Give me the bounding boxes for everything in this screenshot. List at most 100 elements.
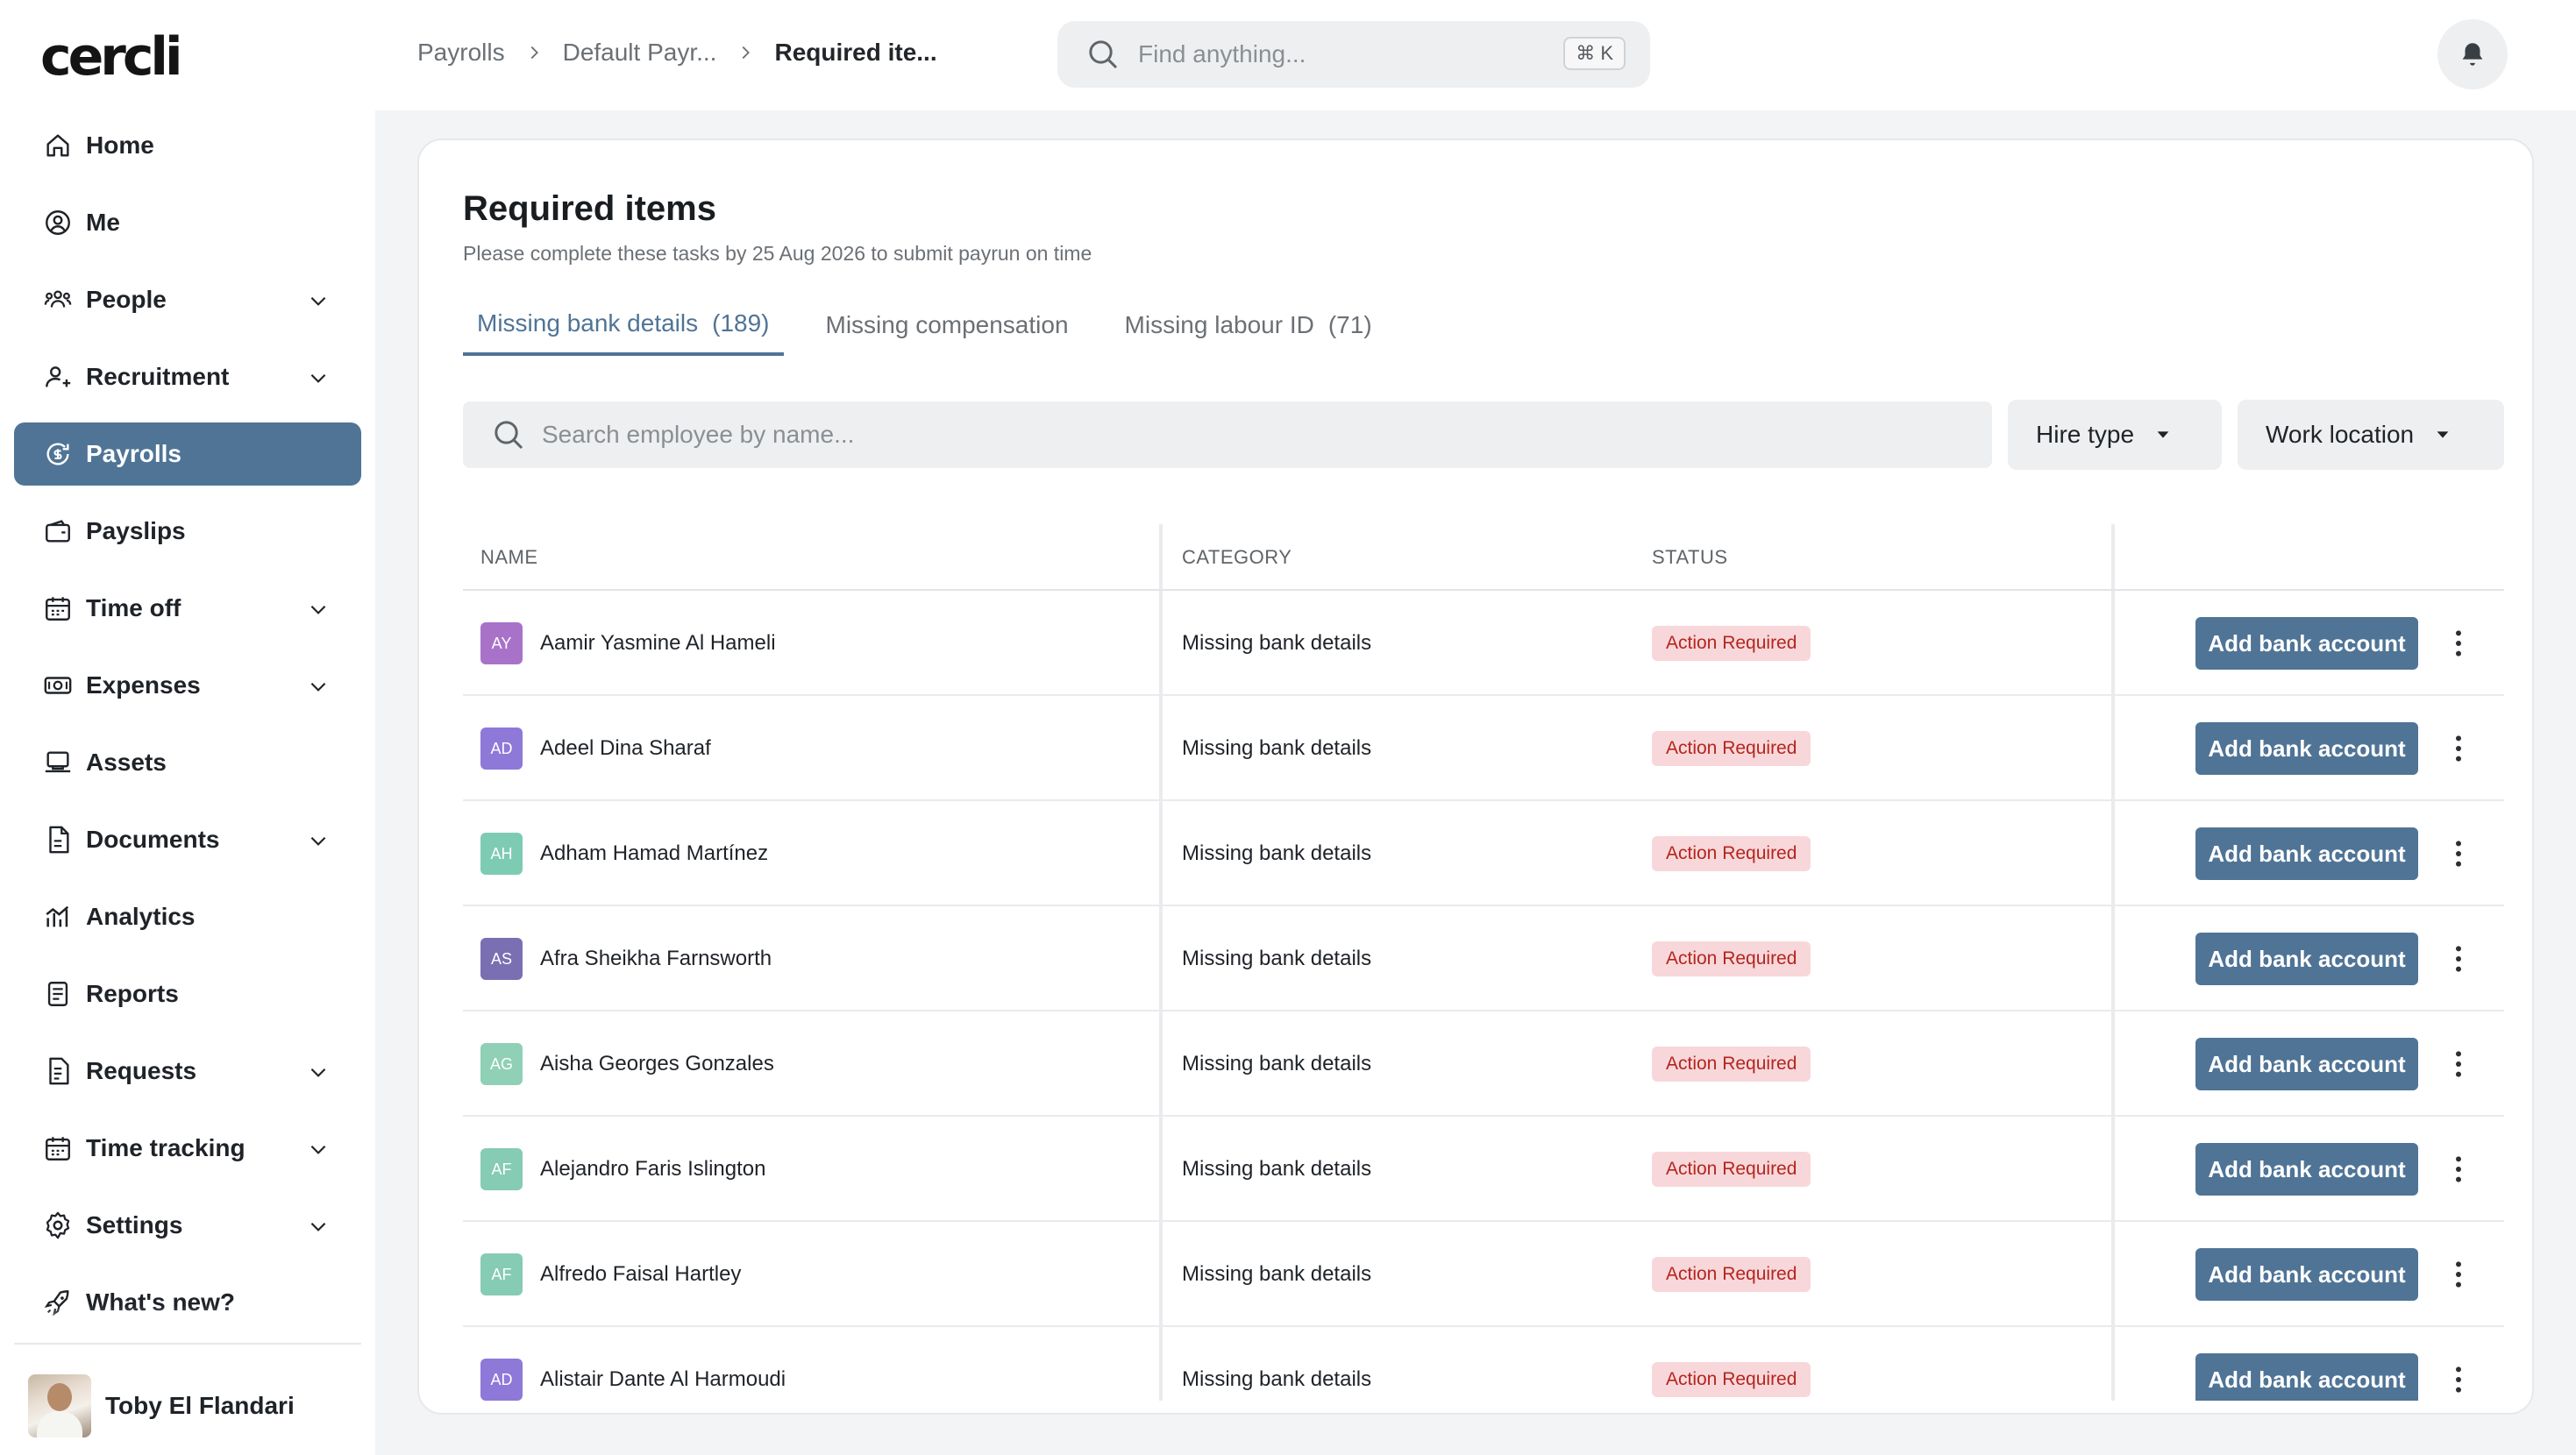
sidebar-item-expenses[interactable]: Expenses (14, 654, 361, 717)
status-badge: Action Required (1652, 941, 1811, 976)
avatar-initials: AY (480, 622, 523, 664)
people-icon (42, 284, 74, 316)
employee-name[interactable]: Alejandro Faris Islington (540, 1157, 765, 1182)
status-badge: Action Required (1652, 1152, 1811, 1187)
cell-category: Missing bank details (1182, 1262, 1372, 1286)
bell-icon (2462, 43, 2483, 66)
chevron-down-icon[interactable] (307, 289, 330, 312)
table-row[interactable]: AS Afra Sheikha Farnsworth Missing bank de… (463, 906, 2504, 1011)
employee-name[interactable]: Adham Hamad Martínez (540, 841, 768, 866)
row-menu-button[interactable] (2436, 1252, 2481, 1297)
sidebar-item-recruitment[interactable]: Recruitment (14, 345, 361, 408)
table-row[interactable]: AY Aamir Yasmine Al Hameli Missing bank de… (463, 591, 2504, 696)
avatar (28, 1374, 91, 1437)
sidebar-item-payslips[interactable]: Payslips (14, 500, 361, 563)
chevron-down-icon[interactable] (307, 675, 330, 698)
sidebar-item-analytics[interactable]: Analytics (14, 885, 361, 948)
chevron-down-icon[interactable] (307, 1061, 330, 1083)
tab-label: Missing compensation (825, 311, 1069, 338)
employee-name[interactable]: Alistair Dante Al Harmoudi (540, 1367, 786, 1392)
calendar-icon (42, 593, 74, 624)
sidebar-item-settings[interactable]: Settings (14, 1194, 361, 1257)
add-bank-account-button[interactable]: Add bank account (2195, 1143, 2418, 1196)
chevron-down-icon[interactable] (307, 598, 330, 621)
employees-table: NAME CATEGORY STATUS AY Aamir Yasmine Al … (463, 524, 2504, 1401)
caret-down-icon (2157, 431, 2169, 438)
add-bank-account-button[interactable]: Add bank account (2195, 722, 2418, 775)
hire-type-dropdown[interactable]: Hire type (2008, 400, 2222, 470)
main-area: Required items Please complete these tas… (375, 110, 2576, 1455)
sidebar-item-reports[interactable]: Reports (14, 962, 361, 1026)
add-bank-account-button[interactable]: Add bank account (2195, 827, 2418, 880)
tab-count: (71) (1327, 311, 1372, 338)
chevron-down-icon[interactable] (307, 366, 330, 389)
tab-missing-bank-details[interactable]: Missing bank details (189) (463, 295, 784, 356)
chevron-down-icon[interactable] (307, 1215, 330, 1238)
row-menu-button[interactable] (2436, 936, 2481, 982)
employee-name[interactable]: Alfredo Faisal Hartley (540, 1262, 741, 1287)
sidebar-item-assets[interactable]: Assets (14, 731, 361, 794)
chevron-down-icon[interactable] (307, 1138, 330, 1160)
employee-name[interactable]: Afra Sheikha Farnsworth (540, 947, 772, 971)
row-menu-button[interactable] (2436, 1146, 2481, 1192)
sidebar-item-label: Time tracking (86, 1134, 246, 1161)
column-header-name[interactable]: NAME (480, 524, 538, 591)
row-menu-button[interactable] (2436, 1357, 2481, 1401)
user-profile[interactable]: Toby El Flandari (28, 1374, 295, 1437)
tab-missing-compensation[interactable]: Missing compensation (798, 295, 1083, 356)
sidebar-fade (14, 1306, 361, 1341)
row-menu-button[interactable] (2436, 621, 2481, 666)
global-search-input[interactable]: Find anything... ⌘ K (1057, 21, 1650, 88)
sidebar-item-me[interactable]: Me (14, 191, 361, 254)
tab-missing-labour-id[interactable]: Missing labour ID (71) (1097, 295, 1386, 356)
notifications-button[interactable] (2437, 19, 2508, 89)
column-header-status[interactable]: STATUS (1652, 524, 1728, 591)
table-row[interactable]: AD Alistair Dante Al Harmoudi Missing bank… (463, 1327, 2504, 1401)
app-logo[interactable]: cercli (40, 26, 183, 88)
cell-name: AG Aisha Georges Gonzales (480, 1011, 774, 1117)
avatar-initials: AF (480, 1253, 523, 1295)
more-vertical-icon (2456, 1156, 2461, 1182)
more-vertical-icon (2456, 1261, 2461, 1288)
page-subtitle: Please complete these tasks by 25 Aug 20… (463, 242, 1092, 265)
employee-search-input[interactable]: Search employee by name... (463, 401, 1992, 468)
table-row[interactable]: AG Aisha Georges Gonzales Missing bank det… (463, 1011, 2504, 1117)
employee-name[interactable]: Aisha Georges Gonzales (540, 1052, 774, 1076)
table-row[interactable]: AF Alfredo Faisal Hartley Missing bank det… (463, 1222, 2504, 1327)
sidebar-item-payrolls[interactable]: Payrolls (14, 422, 361, 486)
sidebar-item-requests[interactable]: Requests (14, 1040, 361, 1103)
column-header-category[interactable]: CATEGORY (1182, 524, 1292, 591)
sidebar-item-people[interactable]: People (14, 268, 361, 331)
employee-name[interactable]: Adeel Dina Sharaf (540, 736, 711, 761)
add-bank-account-button[interactable]: Add bank account (2195, 617, 2418, 670)
keyboard-shortcut-badge: ⌘ K (1563, 37, 1626, 70)
sidebar-item-home[interactable]: Home (14, 114, 361, 177)
add-bank-account-button[interactable]: Add bank account (2195, 1248, 2418, 1301)
status-badge: Action Required (1652, 1362, 1811, 1397)
sidebar-item-label: Settings (86, 1211, 183, 1239)
table-row[interactable]: AD Adeel Dina Sharaf Missing bank details A… (463, 696, 2504, 801)
table-row[interactable]: AH Adham Hamad Martínez Missing bank detai… (463, 801, 2504, 906)
breadcrumb-payrolls[interactable]: Payrolls (417, 39, 505, 67)
row-menu-button[interactable] (2436, 726, 2481, 771)
sidebar-item-label: Analytics (86, 903, 196, 930)
cell-name: AF Alfredo Faisal Hartley (480, 1222, 741, 1327)
avatar-initials: AH (480, 833, 523, 875)
table-row[interactable]: AF Alejandro Faris Islington Missing bank … (463, 1117, 2504, 1222)
top-bar: Payrolls Default Payr... Required ite...… (375, 0, 2576, 110)
cell-status: Action Required (1652, 1011, 1811, 1117)
page-title: Required items (463, 189, 716, 228)
employee-name[interactable]: Aamir Yasmine Al Hameli (540, 631, 776, 656)
row-menu-button[interactable] (2436, 831, 2481, 877)
work-location-dropdown[interactable]: Work location (2238, 400, 2504, 470)
add-bank-account-button[interactable]: Add bank account (2195, 933, 2418, 985)
sidebar-item-documents[interactable]: Documents (14, 808, 361, 871)
sidebar-item-time-tracking[interactable]: Time tracking (14, 1117, 361, 1180)
add-bank-account-button[interactable]: Add bank account (2195, 1038, 2418, 1090)
employee-search-placeholder: Search employee by name... (542, 421, 855, 448)
sidebar-item-time-off[interactable]: Time off (14, 577, 361, 640)
chevron-down-icon[interactable] (307, 829, 330, 852)
breadcrumb-default-payroll[interactable]: Default Payr... (563, 39, 717, 67)
add-bank-account-button[interactable]: Add bank account (2195, 1353, 2418, 1401)
row-menu-button[interactable] (2436, 1041, 2481, 1087)
